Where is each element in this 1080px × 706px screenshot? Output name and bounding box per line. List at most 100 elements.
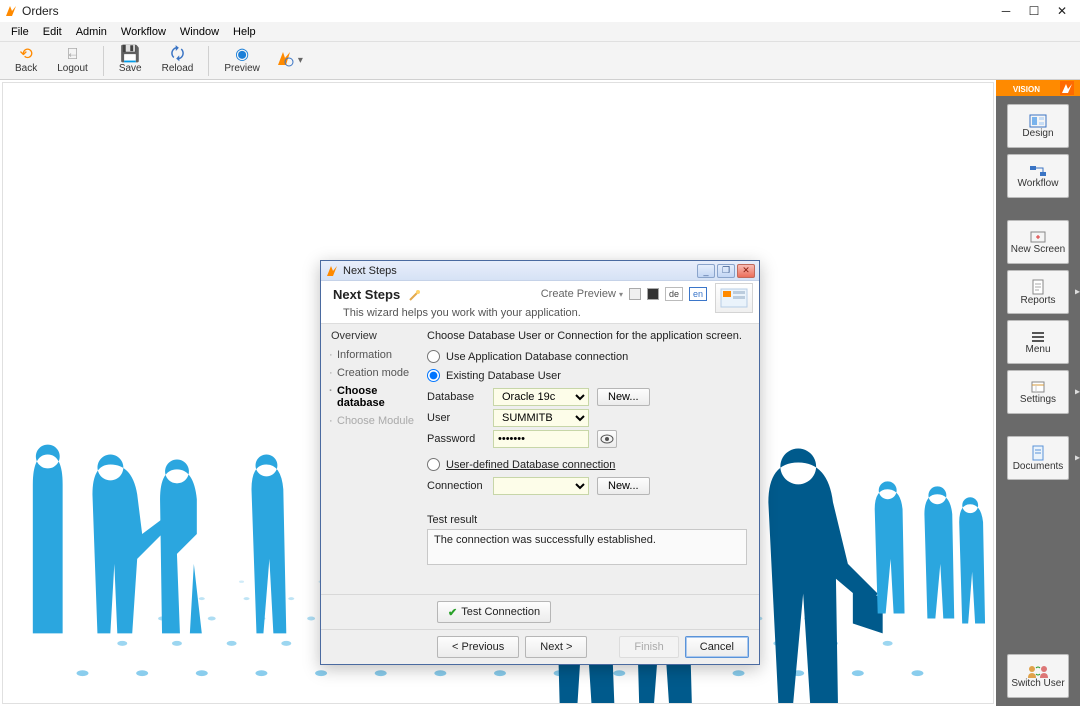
toggle-password-visibility-button[interactable] [597, 430, 617, 448]
database-new-button[interactable]: New... [597, 388, 650, 406]
toolbar-reload-button[interactable]: 🗘 Reload [153, 43, 203, 79]
dialog-maximize-button[interactable]: ❐ [717, 264, 735, 278]
chevron-right-icon[interactable]: ▸ [1075, 453, 1080, 464]
canvas-area: Next Steps _ ❐ ✕ Next Steps Create Previ… [2, 82, 994, 704]
menu-icon [1030, 330, 1046, 344]
dialog-nav-footer: < Previous Next > Finish Cancel [321, 629, 759, 664]
dialog-minimize-button[interactable]: _ [697, 264, 715, 278]
reload-icon: 🗘 [170, 47, 184, 63]
window-titlebar: Orders ─ ☐ ✕ [0, 0, 1080, 22]
toolbar-reload-label: Reload [162, 63, 194, 74]
lang-en-button[interactable]: en [689, 287, 707, 301]
toolbar-back-button[interactable]: ⟲ Back [6, 43, 46, 79]
toolbar-visionx-dropdown[interactable]: ▾ [271, 43, 308, 79]
dialog-close-button[interactable]: ✕ [737, 264, 755, 278]
workflow-icon [1029, 164, 1047, 178]
radio-app-db[interactable] [427, 350, 440, 363]
connection-new-button[interactable]: New... [597, 477, 650, 495]
nav-choose-database[interactable]: Choose database [331, 382, 417, 412]
nav-creation-mode[interactable]: Creation mode [331, 364, 417, 382]
database-select[interactable]: Oracle 19c [493, 388, 589, 406]
wand-icon [407, 289, 421, 303]
preview-icon: ◉ [235, 47, 249, 63]
dialog-nav: Overview Information Creation mode Choos… [321, 324, 421, 594]
window-close-button[interactable]: ✕ [1048, 1, 1076, 21]
password-label: Password [427, 433, 485, 445]
logout-icon: ⍇ [68, 47, 78, 63]
vision-settings-button[interactable]: Settings ▸ [1007, 370, 1069, 414]
dialog-header: Next Steps Create Preview ▾ de en This w… [321, 281, 759, 324]
previous-button[interactable]: < Previous [437, 636, 519, 658]
toolbar-save-button[interactable]: 💾 Save [110, 43, 151, 79]
dialog-titlebar[interactable]: Next Steps _ ❐ ✕ [321, 261, 759, 281]
svg-text:VISION: VISION [1013, 85, 1040, 94]
switch-user-icon [1026, 664, 1050, 678]
vision-reports-label: Reports [1020, 295, 1055, 306]
caret-down-icon: ▾ [619, 290, 623, 299]
toolbar-back-label: Back [15, 63, 37, 74]
finish-button: Finish [619, 636, 678, 658]
cancel-button[interactable]: Cancel [685, 636, 749, 658]
nav-overview-header: Overview [331, 330, 417, 342]
vision-menu-button[interactable]: Menu [1007, 320, 1069, 364]
vision-switch-user-label: Switch User [1011, 678, 1064, 689]
radio-userdef-conn[interactable] [427, 458, 440, 471]
vision-reports-button[interactable]: Reports ▸ [1007, 270, 1069, 314]
user-select[interactable]: SUMMITB [493, 409, 589, 427]
nav-information[interactable]: Information [331, 346, 417, 364]
toolbar-logout-button[interactable]: ⍇ Logout [48, 43, 97, 79]
menu-workflow[interactable]: Workflow [114, 26, 173, 38]
window-minimize-button[interactable]: ─ [992, 1, 1020, 21]
next-steps-dialog: Next Steps _ ❐ ✕ Next Steps Create Previ… [320, 260, 760, 665]
visionx-icon [276, 49, 294, 72]
toolbar-preview-button[interactable]: ◉ Preview [215, 43, 269, 79]
menu-window[interactable]: Window [173, 26, 226, 38]
test-connection-button[interactable]: ✔ Test Connection [437, 601, 551, 623]
dialog-logo-icon [325, 264, 339, 278]
dialog-subtitle: This wizard helps you work with your app… [333, 307, 747, 319]
window-title: Orders [22, 4, 59, 18]
menu-help[interactable]: Help [226, 26, 263, 38]
vision-workflow-button[interactable]: Workflow [1007, 154, 1069, 198]
menu-file[interactable]: File [4, 26, 36, 38]
vision-header: VISION [996, 80, 1080, 96]
save-icon: 💾 [120, 47, 140, 63]
menu-edit[interactable]: Edit [36, 26, 69, 38]
back-icon: ⟲ [19, 47, 32, 63]
vision-new-screen-label: New Screen [1011, 244, 1065, 255]
database-label: Database [427, 391, 485, 403]
toolbar: ⟲ Back ⍇ Logout 💾 Save 🗘 Reload ◉ Previe… [0, 42, 1080, 80]
dialog-footer: ✔ Test Connection [321, 594, 759, 629]
nav-choose-module: Choose Module [331, 412, 417, 430]
app-logo-icon [4, 4, 18, 18]
dialog-content: Choose Database User or Connection for t… [421, 324, 759, 594]
connection-select[interactable] [493, 477, 589, 495]
vision-design-button[interactable]: Design [1007, 104, 1069, 148]
header-preview-thumb [715, 283, 753, 313]
chevron-right-icon[interactable]: ▸ [1075, 287, 1080, 298]
caret-down-icon: ▾ [298, 55, 303, 66]
test-connection-label: Test Connection [461, 606, 540, 618]
create-preview-dropdown[interactable]: Create Preview ▾ [541, 288, 623, 300]
vision-documents-button[interactable]: Documents ▸ [1007, 436, 1069, 480]
check-icon: ✔ [448, 606, 457, 619]
menubar: File Edit Admin Workflow Window Help [0, 22, 1080, 42]
radio-userdef-conn-label: User-defined Database connection [446, 459, 615, 471]
vision-new-screen-button[interactable]: New Screen [1007, 220, 1069, 264]
user-label: User [427, 412, 485, 424]
toolbar-separator [103, 46, 104, 76]
vision-panel: VISION Design Workflow New Screen Report… [996, 80, 1080, 706]
next-button[interactable]: Next > [525, 636, 587, 658]
header-icon-2[interactable] [647, 288, 659, 300]
lang-de-button[interactable]: de [665, 287, 683, 301]
menu-admin[interactable]: Admin [69, 26, 114, 38]
window-maximize-button[interactable]: ☐ [1020, 1, 1048, 21]
radio-existing-user[interactable] [427, 369, 440, 382]
vision-switch-user-button[interactable]: Switch User [1007, 654, 1069, 698]
vision-settings-label: Settings [1020, 394, 1056, 405]
password-field[interactable] [493, 430, 589, 448]
header-icon-1[interactable] [629, 288, 641, 300]
chevron-right-icon[interactable]: ▸ [1075, 387, 1080, 398]
settings-icon [1030, 380, 1046, 394]
toolbar-preview-label: Preview [224, 63, 260, 74]
